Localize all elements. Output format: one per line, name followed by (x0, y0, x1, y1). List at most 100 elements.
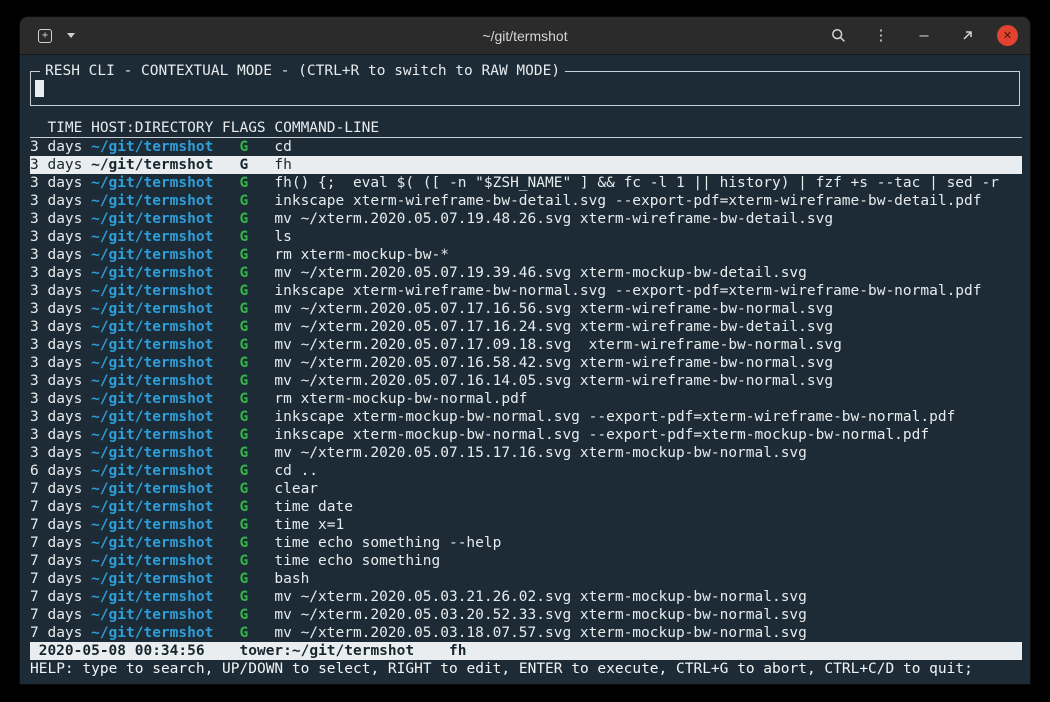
search-box[interactable]: RESH CLI - CONTEXTUAL MODE - (CTRL+R to … (30, 71, 1020, 106)
row-time: 3 days (30, 426, 82, 444)
row-time: 3 days (30, 246, 82, 264)
history-row[interactable]: 3 days~/git/termshotGinkscape xterm-mock… (30, 426, 1022, 444)
row-command: bash (274, 571, 309, 587)
row-flags: G (222, 624, 266, 642)
row-flags: G (222, 606, 266, 624)
status-command: fh (449, 643, 466, 659)
row-host: ~/git/termshot (91, 300, 213, 318)
history-row[interactable]: 7 days~/git/termshotGbash (30, 570, 1022, 588)
row-flags: G (222, 534, 266, 552)
row-time: 7 days (30, 570, 82, 588)
row-flags: G (222, 264, 266, 282)
history-row[interactable]: 3 days~/git/termshotGrm xterm-mockup-bw-… (30, 390, 1022, 408)
row-time: 7 days (30, 534, 82, 552)
row-host: ~/git/termshot (91, 354, 213, 372)
row-flags: G (222, 552, 266, 570)
history-row[interactable]: 3 days~/git/termshotGinkscape xterm-wire… (30, 282, 1022, 300)
history-row[interactable]: 7 days~/git/termshotGclear (30, 480, 1022, 498)
row-command: mv ~/xterm.2020.05.03.18.07.57.svg xterm… (274, 625, 807, 641)
tab-dropdown-button[interactable] (62, 23, 80, 49)
row-time: 3 days (30, 156, 82, 174)
row-command: mv ~/xterm.2020.05.07.15.17.16.svg xterm… (274, 445, 807, 461)
new-tab-button[interactable]: + (32, 23, 58, 49)
history-row[interactable]: 3 days~/git/termshotGrm xterm-mockup-bw-… (30, 246, 1022, 264)
row-flags: G (222, 174, 266, 192)
row-time: 3 days (30, 408, 82, 426)
history-row[interactable]: 3 days~/git/termshotGmv ~/xterm.2020.05.… (30, 210, 1022, 228)
row-command: fh() {; eval $( ([ -n "$ZSH_NAME" ] && f… (274, 175, 999, 191)
text-cursor (35, 80, 44, 97)
history-row[interactable]: 3 days~/git/termshotGmv ~/xterm.2020.05.… (30, 264, 1022, 282)
search-button[interactable] (825, 23, 851, 49)
history-row[interactable]: 7 days~/git/termshotGtime echo something (30, 552, 1022, 570)
row-command: rm xterm-mockup-bw-* (274, 247, 449, 263)
history-row[interactable]: 3 days~/git/termshotGcd (30, 138, 1022, 156)
row-command: inkscape xterm-wireframe-bw-detail.svg -… (274, 193, 981, 209)
header-host-directory: HOST:DIRECTORY (91, 119, 213, 137)
row-host: ~/git/termshot (91, 372, 213, 390)
row-time: 3 days (30, 228, 82, 246)
history-row[interactable]: 3 days~/git/termshotGfh (30, 156, 1022, 174)
history-row[interactable]: 3 days~/git/termshotGinkscape xterm-wire… (30, 192, 1022, 210)
row-flags: G (222, 300, 266, 318)
row-command: clear (274, 481, 318, 497)
row-command: mv ~/xterm.2020.05.07.16.58.42.svg xterm… (274, 355, 833, 371)
row-command: cd (274, 139, 291, 155)
row-time: 3 days (30, 282, 82, 300)
history-row[interactable]: 3 days~/git/termshotGls (30, 228, 1022, 246)
row-time: 3 days (30, 444, 82, 462)
row-flags: G (222, 336, 266, 354)
row-flags: G (222, 498, 266, 516)
row-command: time echo something --help (274, 535, 501, 551)
header-time: TIME (30, 119, 82, 137)
terminal-content: RESH CLI - CONTEXTUAL MODE - (CTRL+R to … (20, 56, 1030, 684)
history-row[interactable]: 7 days~/git/termshotGtime x=1 (30, 516, 1022, 534)
minimize-icon: – (919, 28, 928, 43)
history-row[interactable]: 7 days~/git/termshotGtime echo something… (30, 534, 1022, 552)
history-row[interactable]: 7 days~/git/termshotGmv ~/xterm.2020.05.… (30, 606, 1022, 624)
row-flags: G (222, 354, 266, 372)
history-row[interactable]: 3 days~/git/termshotGmv ~/xterm.2020.05.… (30, 354, 1022, 372)
row-command: cd .. (274, 463, 318, 479)
row-command: mv ~/xterm.2020.05.07.17.16.24.svg xterm… (274, 319, 833, 335)
history-row[interactable]: 7 days~/git/termshotGtime date (30, 498, 1022, 516)
history-row[interactable]: 7 days~/git/termshotGmv ~/xterm.2020.05.… (30, 588, 1022, 606)
history-row[interactable]: 3 days~/git/termshotGmv ~/xterm.2020.05.… (30, 300, 1022, 318)
row-time: 3 days (30, 372, 82, 390)
row-host: ~/git/termshot (91, 480, 213, 498)
row-host: ~/git/termshot (91, 210, 213, 228)
row-command: inkscape xterm-mockup-bw-normal.svg --ex… (274, 409, 955, 425)
history-row[interactable]: 3 days~/git/termshotGmv ~/xterm.2020.05.… (30, 372, 1022, 390)
history-row[interactable]: 3 days~/git/termshotGmv ~/xterm.2020.05.… (30, 318, 1022, 336)
row-flags: G (222, 246, 266, 264)
row-command: rm xterm-mockup-bw-normal.pdf (274, 391, 527, 407)
row-time: 3 days (30, 174, 82, 192)
restore-button[interactable] (954, 23, 980, 49)
history-row[interactable]: 7 days~/git/termshotGmv ~/xterm.2020.05.… (30, 624, 1022, 642)
row-host: ~/git/termshot (91, 318, 213, 336)
row-flags: G (222, 588, 266, 606)
row-host: ~/git/termshot (91, 264, 213, 282)
row-time: 7 days (30, 624, 82, 642)
row-flags: G (222, 516, 266, 534)
history-row[interactable]: 3 days~/git/termshotGmv ~/xterm.2020.05.… (30, 336, 1022, 354)
menu-button[interactable]: ⋮ (868, 23, 894, 49)
help-line: HELP: type to search, UP/DOWN to select,… (30, 660, 1022, 678)
history-row[interactable]: 3 days~/git/termshotGmv ~/xterm.2020.05.… (30, 444, 1022, 462)
row-command: mv ~/xterm.2020.05.03.21.26.02.svg xterm… (274, 589, 807, 605)
history-list: 3 days~/git/termshotGcd3 days~/git/terms… (30, 138, 1022, 642)
row-command: inkscape xterm-wireframe-bw-normal.svg -… (274, 283, 981, 299)
row-command: ls (274, 229, 291, 245)
search-icon (831, 28, 846, 43)
row-host: ~/git/termshot (91, 516, 213, 534)
new-tab-icon: + (38, 29, 52, 43)
row-flags: G (222, 138, 266, 156)
row-time: 3 days (30, 336, 82, 354)
history-row[interactable]: 6 days~/git/termshotGcd .. (30, 462, 1022, 480)
minimize-button[interactable]: – (911, 23, 937, 49)
history-row[interactable]: 3 days~/git/termshotGfh() {; eval $( ([ … (30, 174, 1022, 192)
close-button[interactable]: ✕ (997, 25, 1018, 46)
history-row[interactable]: 3 days~/git/termshotGinkscape xterm-mock… (30, 408, 1022, 426)
header-command-line: COMMAND-LINE (274, 120, 379, 136)
terminal-window: + ~/git/termshot ⋮ – ✕ RESH C (20, 17, 1030, 684)
